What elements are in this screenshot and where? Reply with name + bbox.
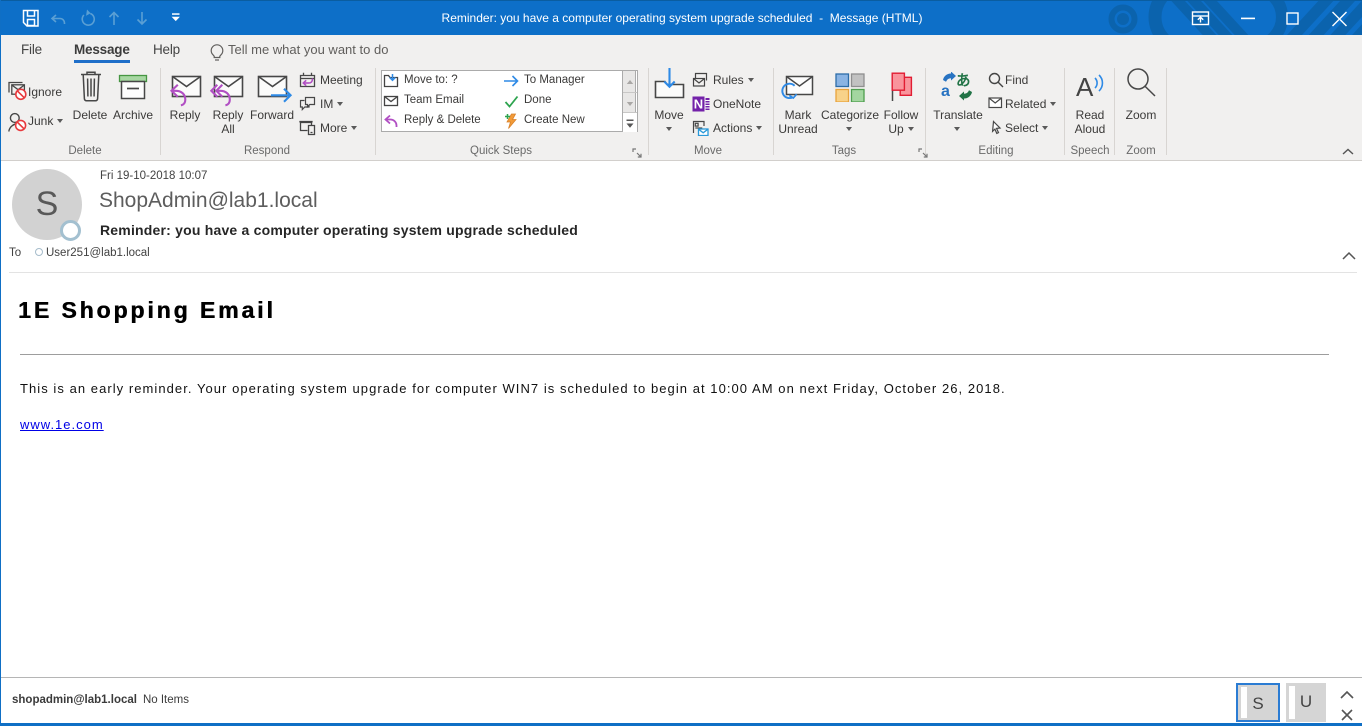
svg-text:a: a (941, 83, 950, 100)
svg-text:N: N (694, 97, 703, 112)
svg-text:あ: あ (956, 73, 971, 90)
svg-text:A: A (1076, 72, 1094, 102)
